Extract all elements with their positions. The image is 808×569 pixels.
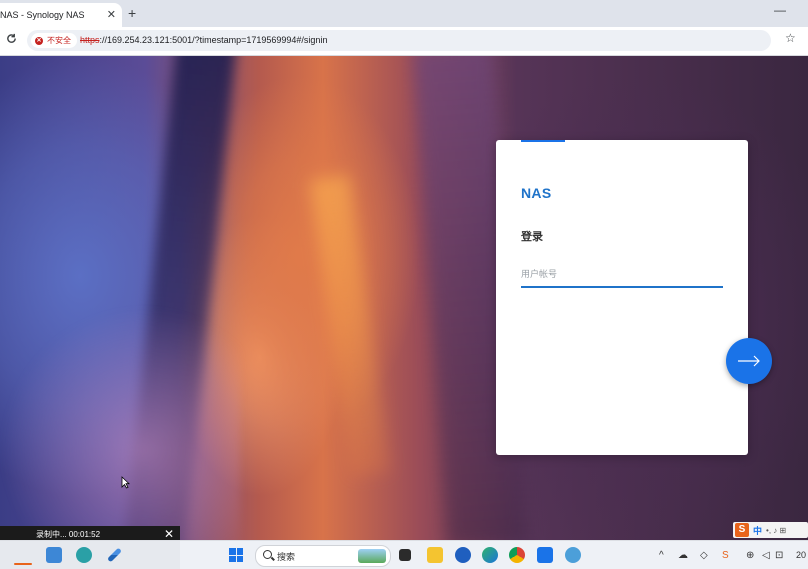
task-view-icon[interactable] xyxy=(399,549,411,561)
bg-light-2 xyxy=(0,306,240,540)
url-rest: ://169.254.23.121:5001/?timestamp=171956… xyxy=(99,35,328,45)
card-accent-bar xyxy=(521,140,565,142)
app-icon-3[interactable] xyxy=(76,547,92,563)
search-label: 搜索 xyxy=(277,552,296,562)
app-icon-2[interactable] xyxy=(46,547,62,563)
brand-title: NAS xyxy=(521,185,552,201)
edge-icon[interactable] xyxy=(482,547,498,563)
browser-tab[interactable]: NAS - Synology NAS ✕ xyxy=(0,3,122,27)
ime-toolbar: S 中 •, ♪ ⊞ xyxy=(733,522,808,538)
arrow-right-icon xyxy=(738,355,760,367)
recording-status: 录制中... 00:01:52 xyxy=(36,530,101,539)
minimize-window-button[interactable]: — xyxy=(774,3,786,17)
reload-icon[interactable] xyxy=(6,33,17,47)
app-circle-icon[interactable] xyxy=(565,547,581,563)
close-tab-icon[interactable]: ✕ xyxy=(107,8,116,22)
tray-expand-icon[interactable]: ^ xyxy=(659,550,664,561)
speaker-icon[interactable]: ⊡ xyxy=(775,550,783,561)
ime-language-toggle[interactable]: 中 xyxy=(753,524,762,537)
warning-icon: ✕ xyxy=(35,36,43,45)
address-bar: ✕ 不安全 https://169.254.23.121:5001/?times… xyxy=(0,27,808,56)
login-heading: 登录 xyxy=(521,231,543,243)
ime-tray-icon[interactable]: S xyxy=(722,550,729,561)
cloud-icon[interactable]: ☁ xyxy=(678,550,688,561)
close-recording-icon[interactable]: ✕ xyxy=(164,527,174,541)
windows-start-icon[interactable] xyxy=(229,548,243,562)
mouse-cursor-icon xyxy=(121,476,130,489)
security-chip[interactable]: ✕ 不安全 xyxy=(31,33,77,48)
globe-icon[interactable]: ⊕ xyxy=(746,550,754,561)
file-explorer-icon[interactable] xyxy=(427,547,443,563)
ime-logo-icon[interactable]: S xyxy=(735,523,749,537)
chrome-icon[interactable] xyxy=(509,547,525,563)
taskbar-search[interactable]: 搜索 xyxy=(255,545,391,567)
app-arrow-icon[interactable] xyxy=(537,547,553,563)
app-icon-1[interactable] xyxy=(14,563,32,565)
url-scheme: https xyxy=(80,35,100,45)
bg-light-1 xyxy=(309,174,391,478)
search-icon xyxy=(263,550,272,559)
security-label: 不安全 xyxy=(47,36,71,45)
app-blue-l-icon[interactable] xyxy=(455,547,471,563)
url-text[interactable]: https://169.254.23.121:5001/?timestamp=1… xyxy=(80,35,327,45)
tab-title: NAS - Synology NAS xyxy=(0,10,85,20)
taskbar-left-apps xyxy=(0,541,180,569)
bookmark-star-icon[interactable]: ☆ xyxy=(785,31,796,45)
network-icon[interactable]: ◇ xyxy=(700,550,708,561)
search-highlight-image xyxy=(358,549,386,563)
username-input[interactable] xyxy=(521,262,723,288)
omnibox[interactable]: ✕ 不安全 https://169.254.23.121:5001/?times… xyxy=(27,30,771,51)
tab-bar: NAS - Synology NAS ✕ + — xyxy=(0,0,808,27)
taskbar: 搜索 ^ ☁ ◇ S ⊕ ◁ ⊡ 20 xyxy=(0,540,808,569)
volume-icon[interactable]: ◁ xyxy=(762,550,770,561)
new-tab-button[interactable]: + xyxy=(128,5,136,21)
tray-clock[interactable]: 20 xyxy=(796,550,806,560)
login-card: NAS 登录 xyxy=(496,140,748,455)
ime-symbols[interactable]: •, ♪ ⊞ xyxy=(766,526,786,535)
login-submit-button[interactable] xyxy=(726,338,772,384)
pen-icon[interactable] xyxy=(107,547,122,563)
